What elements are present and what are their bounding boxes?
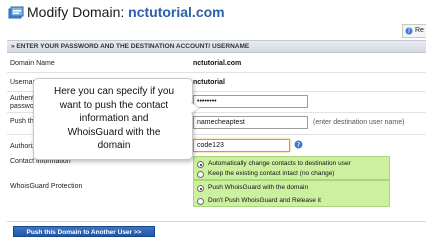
svg-text:?: ? [407, 28, 410, 35]
callout-text: Here you can specify if you want to push… [34, 85, 194, 153]
help-icon: ? [405, 27, 413, 35]
radio-unselected[interactable] [197, 171, 204, 178]
callout-line: information and [79, 113, 149, 124]
whoisguard-option-release[interactable]: Don't Push WhoisGuard and Release it [194, 196, 321, 206]
radio-selected[interactable] [197, 161, 204, 168]
domain-name-value: nctutorial.com [193, 60, 242, 67]
callout-pointer-fill [191, 103, 199, 113]
contact-options: Automatically change contacts to destina… [193, 156, 390, 180]
page-title: Modify Domain: nctutorial.com [27, 4, 225, 20]
help-button-label: Re [415, 27, 424, 34]
form-bottom-divider [7, 221, 426, 222]
destination-username-hint: (enter destination user name) [313, 119, 405, 126]
callout-line: want to push the contact [59, 99, 169, 111]
callout-line: WhoisGuard with the [67, 126, 161, 138]
radio-unselected[interactable] [197, 198, 204, 205]
page-title-domain: nctutorial.com [128, 4, 225, 20]
callout-line: domain [97, 140, 131, 151]
whoisguard-option-label: Push WhoisGuard with the domain [208, 184, 309, 191]
push-domain-submit-button[interactable]: Push this Domain to Another User >> [13, 226, 155, 237]
authorization-code-field[interactable]: code123 [193, 139, 290, 152]
contact-option-label: Keep the existing contact intact (no cha… [208, 170, 335, 177]
radio-selected[interactable] [197, 185, 204, 192]
row-divider [7, 72, 426, 73]
contact-option-auto-change[interactable]: Automatically change contacts to destina… [194, 159, 351, 169]
username-value: nctutorial [193, 79, 225, 86]
domain-name-label: Domain Name [10, 60, 55, 67]
help-icon[interactable]: ? [294, 140, 303, 149]
tutorial-callout: Here you can specify if you want to push… [33, 78, 193, 160]
contact-option-keep[interactable]: Keep the existing contact intact (no cha… [194, 169, 334, 179]
callout-line: Here you can specify if you [53, 86, 175, 97]
whoisguard-options: Push WhoisGuard with the domain Don't Pu… [193, 180, 390, 207]
destination-username-field[interactable]: namecheaptest [193, 116, 308, 129]
section-header: » ENTER YOUR PASSWORD AND THE DESTINATIO… [7, 40, 426, 53]
contact-option-label: Automatically change contacts to destina… [208, 160, 351, 167]
whoisguard-option-push[interactable]: Push WhoisGuard with the domain [194, 183, 308, 193]
page-title-prefix: Modify Domain: [27, 4, 125, 20]
svg-text:?: ? [297, 141, 301, 149]
whoisguard-option-label: Don't Push WhoisGuard and Release it [208, 197, 321, 204]
help-button[interactable]: ? Re [402, 24, 426, 38]
password-field[interactable]: •••••••• [193, 95, 308, 108]
whoisguard-label: WhoisGuard Protection [10, 183, 83, 190]
domain-icon [8, 6, 24, 19]
